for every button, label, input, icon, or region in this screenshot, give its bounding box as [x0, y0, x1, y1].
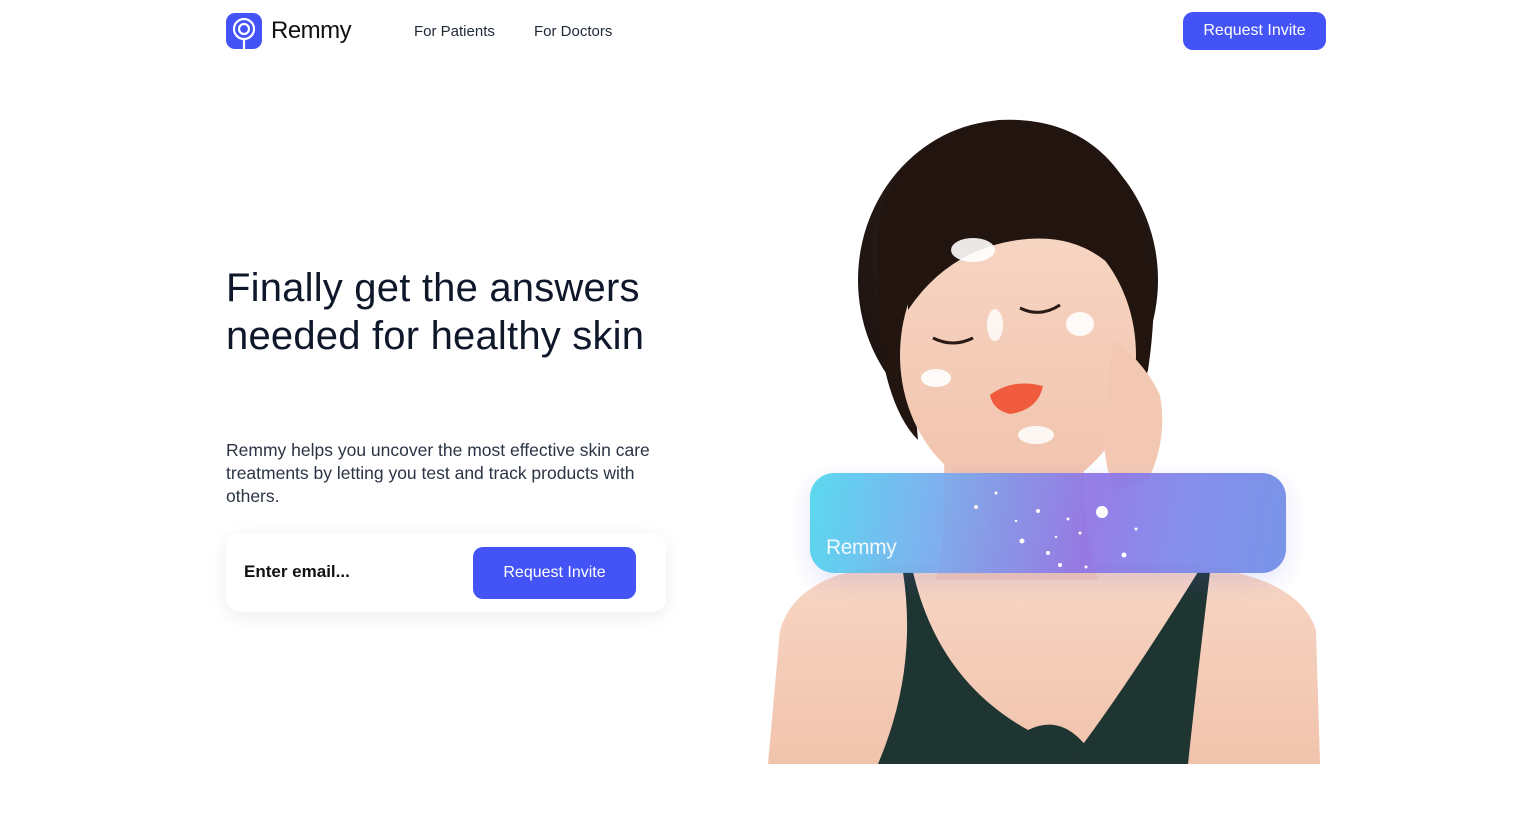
- hero-portrait-image: [768, 110, 1320, 764]
- hero-request-invite-button[interactable]: Request Invite: [473, 547, 636, 599]
- remmy-glass-card: Remmy: [810, 473, 1286, 573]
- hero-title-line-1: Finally get the answers: [226, 266, 640, 310]
- email-signup-form: Request Invite: [226, 533, 666, 612]
- card-brand-label: Remmy: [826, 536, 897, 559]
- hero-title-line-2: needed for healthy skin: [226, 314, 645, 358]
- remmy-logo-icon: [226, 13, 262, 49]
- hero-description: Remmy helps you uncover the most effecti…: [226, 440, 650, 506]
- nav-request-invite-button[interactable]: Request Invite: [1183, 12, 1326, 50]
- email-input[interactable]: [244, 555, 464, 589]
- top-navbar: Remmy For Patients For Doctors Request I…: [0, 0, 1535, 64]
- hero-title: Finally get the answers needed for healt…: [226, 264, 706, 360]
- brand-logo-link[interactable]: Remmy: [226, 13, 352, 49]
- nav-link-for-patients[interactable]: For Patients: [414, 23, 495, 40]
- nav-link-for-doctors[interactable]: For Doctors: [534, 23, 612, 40]
- brand-name: Remmy: [271, 17, 352, 44]
